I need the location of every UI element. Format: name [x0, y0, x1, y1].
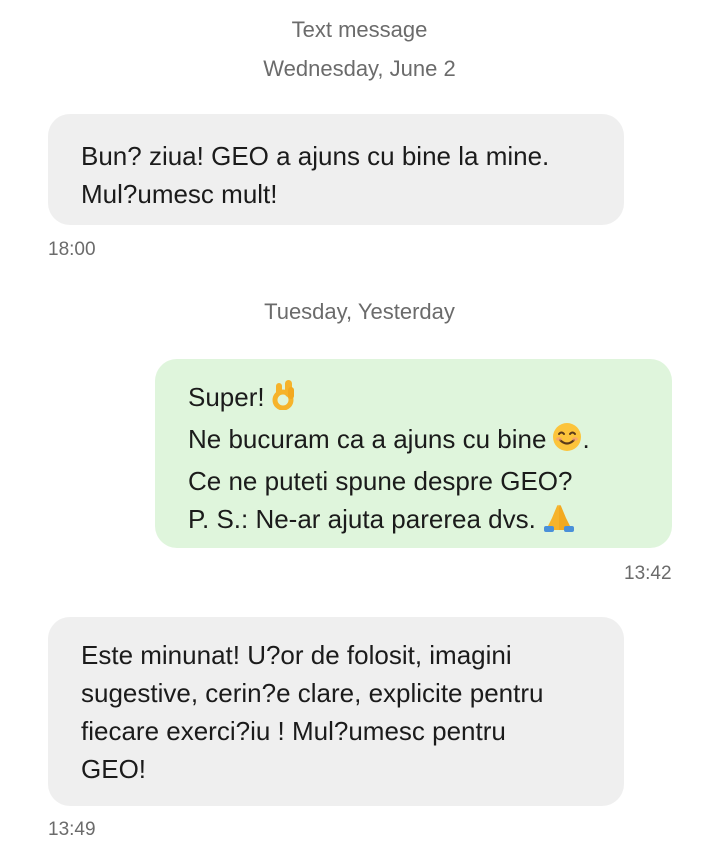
- message-text-line: GEO!: [81, 754, 147, 784]
- message-timestamp: 13:49: [48, 819, 96, 840]
- message-bubble-incoming[interactable]: Bun? ziua! GEO a ajuns cu bine la mine. …: [48, 114, 624, 225]
- message-text-line: Super!: [188, 382, 265, 412]
- message-text-line: Mul?umesc mult!: [81, 179, 278, 209]
- message-text-line: P. S.: Ne-ar ajuta parerea dvs.: [188, 504, 536, 534]
- message-text-line: fiecare exerci?iu ! Mul?umesc pentru: [81, 716, 506, 746]
- folded-hands-emoji-icon: [542, 502, 576, 542]
- message-text-line: .: [582, 424, 590, 454]
- message-timestamp: 13:42: [624, 563, 672, 584]
- message-timestamp: 18:00: [48, 239, 96, 260]
- message-text-line: sugestive, cerin?e clare, explicite pent…: [81, 678, 544, 708]
- date-separator: Tuesday, Yesterday: [264, 299, 455, 324]
- channel-label: Text message: [291, 17, 428, 42]
- message-text-line: Este minunat! U?or de folosit, imagini: [81, 640, 512, 670]
- message-bubble-outgoing[interactable]: Super! Ne bucuram ca a ajuns cu bine. Ce…: [155, 359, 672, 548]
- message-text-line: Bun? ziua! GEO a ajuns cu bine la mine.: [81, 141, 550, 171]
- message-text-line: Ce ne puteti spune despre GEO?: [188, 466, 573, 496]
- message-bubble-incoming[interactable]: Este minunat! U?or de folosit, imagini s…: [48, 617, 624, 806]
- date-separator: Wednesday, June 2: [263, 56, 456, 81]
- smiling-face-emoji-icon: [552, 422, 582, 462]
- message-text-line: Ne bucuram ca a ajuns cu bine: [188, 424, 547, 454]
- ok-hand-emoji-icon: [271, 378, 297, 420]
